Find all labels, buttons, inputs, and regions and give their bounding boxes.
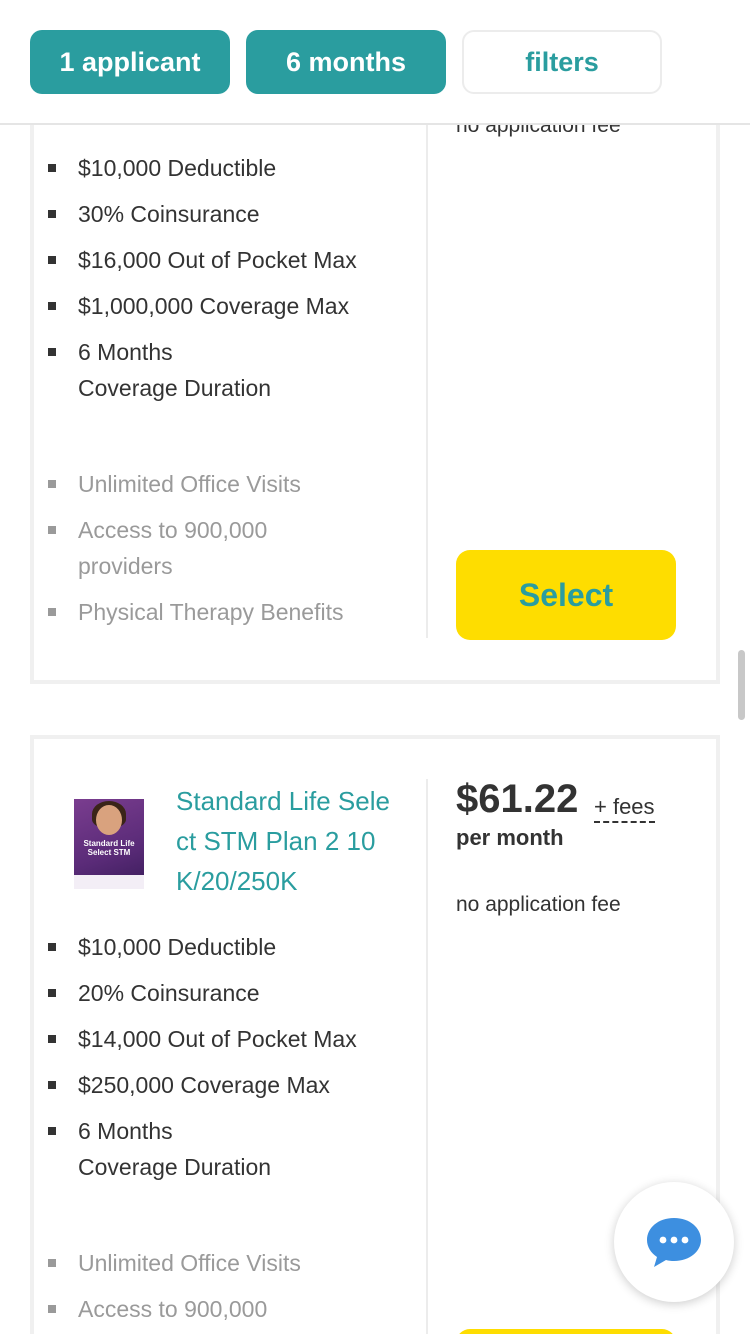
plan-price: $61.22 xyxy=(456,777,579,821)
plan-brochure-image[interactable]: Standard Life Select STM xyxy=(74,799,144,889)
plan-title-link[interactable]: Standard Life Select STM Plan 2 10K/20/2… xyxy=(176,781,391,901)
select-plan-button[interactable]: Select xyxy=(456,550,676,640)
card-divider xyxy=(426,779,428,1334)
feature-coverage-max: $1,000,000 Coverage Max xyxy=(42,288,357,324)
filters-button[interactable]: filters xyxy=(462,30,662,94)
scrollbar-thumb[interactable] xyxy=(738,650,745,720)
plan-features: $10,000 Deductible 30% Coinsurance $16,0… xyxy=(42,150,357,416)
feature-coverage-duration: 6 Months Coverage Duration xyxy=(42,1113,357,1185)
extra-provider-access-line2: providers xyxy=(78,553,173,579)
feature-coinsurance: 30% Coinsurance xyxy=(42,196,357,232)
extra-office-visits: Unlimited Office Visits xyxy=(42,1245,301,1281)
feature-coverage-duration: 6 Months Coverage Duration xyxy=(42,334,357,406)
feature-out-of-pocket-max: $16,000 Out of Pocket Max xyxy=(42,242,357,278)
duration-value: 6 Months xyxy=(78,1118,173,1144)
application-fee-text: no application fee xyxy=(456,893,621,916)
feature-coinsurance: 20% Coinsurance xyxy=(42,975,357,1011)
duration-value: 6 Months xyxy=(78,339,173,365)
feature-out-of-pocket-max: $14,000 Out of Pocket Max xyxy=(42,1021,357,1057)
chat-bubble-icon xyxy=(647,1218,701,1267)
fees-link[interactable]: + fees xyxy=(594,794,655,823)
select-plan-button[interactable] xyxy=(456,1329,676,1334)
duration-filter-button[interactable]: 6 months xyxy=(246,30,446,94)
thumb-face-shape xyxy=(96,805,122,835)
duration-label: Coverage Duration xyxy=(78,1154,272,1180)
chat-button[interactable] xyxy=(614,1182,734,1302)
thumb-footer xyxy=(74,875,144,889)
extra-provider-access: Access to 900,000 providers xyxy=(42,512,344,584)
plan-extras: Unlimited Office Visits Access to 900,00… xyxy=(42,1245,301,1334)
plan-extras: Unlimited Office Visits Access to 900,00… xyxy=(42,466,344,640)
feature-deductible: $10,000 Deductible xyxy=(42,929,357,965)
thumb-caption: Standard Life Select STM xyxy=(83,839,135,857)
applicants-filter-button[interactable]: 1 applicant xyxy=(30,30,230,94)
feature-coverage-max: $250,000 Coverage Max xyxy=(42,1067,357,1103)
extra-physical-therapy: Physical Therapy Benefits xyxy=(42,594,344,630)
extra-provider-access: Access to 900,000 xyxy=(42,1291,301,1327)
feature-deductible: $10,000 Deductible xyxy=(42,150,357,186)
plan-features: $10,000 Deductible 20% Coinsurance $14,0… xyxy=(42,929,357,1195)
extra-office-visits: Unlimited Office Visits xyxy=(42,466,344,502)
duration-label: Coverage Duration xyxy=(78,375,272,401)
filter-bar: 1 applicant 6 months filters xyxy=(0,0,750,125)
price-period: per month xyxy=(456,825,564,850)
extra-provider-access-line1: Access to 900,000 xyxy=(78,517,268,543)
